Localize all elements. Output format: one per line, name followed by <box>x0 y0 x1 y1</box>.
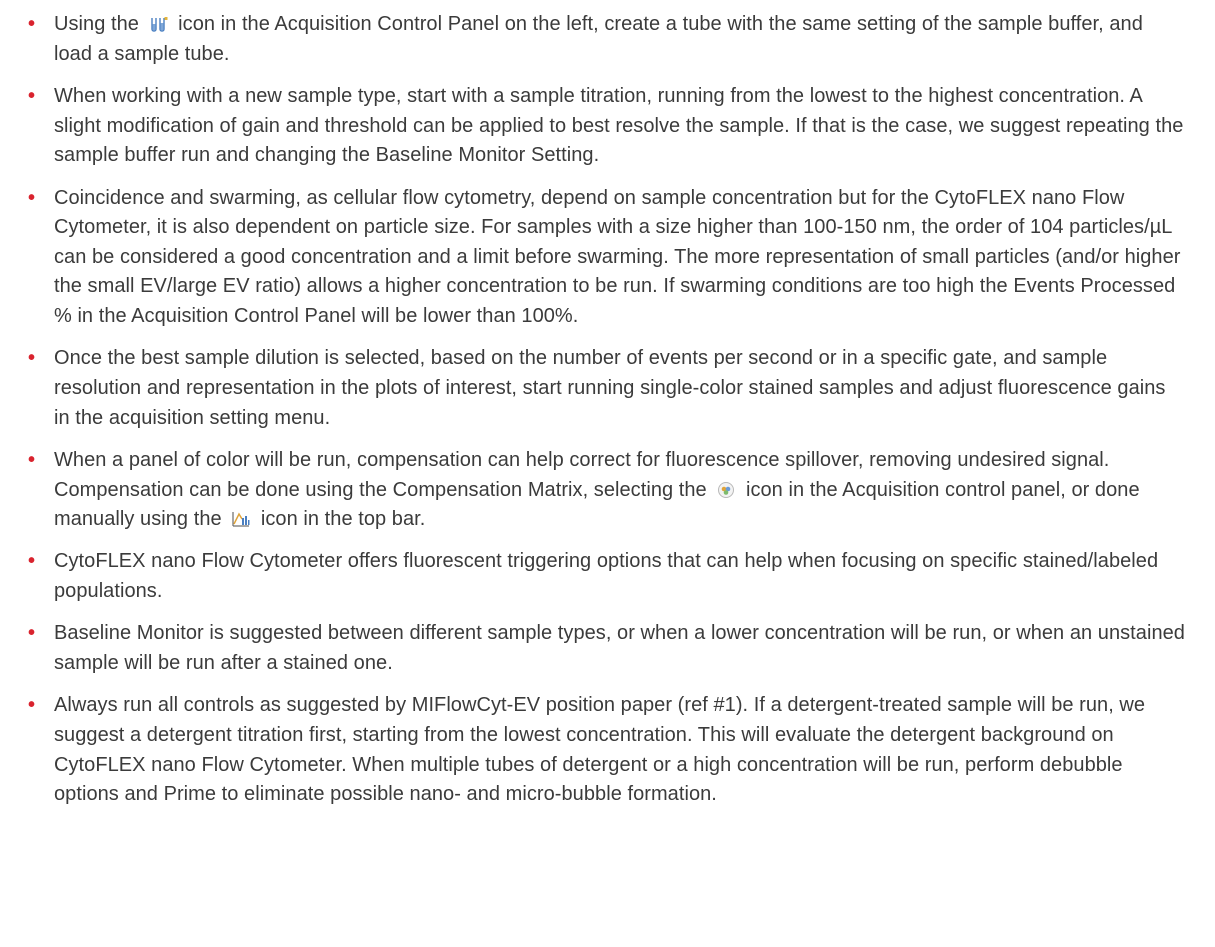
item-text: Coincidence and swarming, as cellular fl… <box>54 186 1181 327</box>
list-item: • Always run all controls as suggested b… <box>28 691 1185 809</box>
bullet-marker: • <box>28 84 36 107</box>
document-page: • Using the icon in the Acquisition Cont… <box>0 0 1215 947</box>
item-text: Always run all controls as suggested by … <box>54 694 1146 806</box>
list-item: • CytoFLEX nano Flow Cytometer offers fl… <box>28 547 1185 606</box>
item-text-after: icon in the Acquisition Control Panel on… <box>54 13 1143 65</box>
bullet-marker: • <box>28 448 36 471</box>
manual-compensation-icon <box>231 509 251 529</box>
compensation-matrix-icon <box>716 480 736 500</box>
bullet-marker: • <box>28 694 36 717</box>
item-text: When working with a new sample type, sta… <box>54 84 1184 167</box>
item-text: Baseline Monitor is suggested between di… <box>54 622 1185 675</box>
bullet-marker: • <box>28 550 36 573</box>
list-item: • Using the icon in the Acquisition Cont… <box>28 10 1185 69</box>
item-text-before: Using the <box>54 13 139 35</box>
item-text: Once the best sample dilution is selecte… <box>54 347 1166 429</box>
list-item: • Once the best sample dilution is selec… <box>28 344 1185 433</box>
list-item: • When a panel of color will be run, com… <box>28 446 1185 535</box>
list-item: • When working with a new sample type, s… <box>28 82 1185 171</box>
bullet-marker: • <box>28 347 36 370</box>
list-item: • Coincidence and swarming, as cellular … <box>28 184 1185 332</box>
bullet-marker: • <box>28 622 36 645</box>
item-text: CytoFLEX nano Flow Cytometer offers fluo… <box>54 550 1159 603</box>
bullet-marker: • <box>28 186 36 209</box>
bullet-marker: • <box>28 13 36 35</box>
item-text-after: icon in the top bar. <box>260 508 426 531</box>
tube-icon <box>149 14 169 34</box>
list-item: • Baseline Monitor is suggested between … <box>28 619 1185 678</box>
bullet-list: • Using the icon in the Acquisition Cont… <box>28 10 1185 810</box>
